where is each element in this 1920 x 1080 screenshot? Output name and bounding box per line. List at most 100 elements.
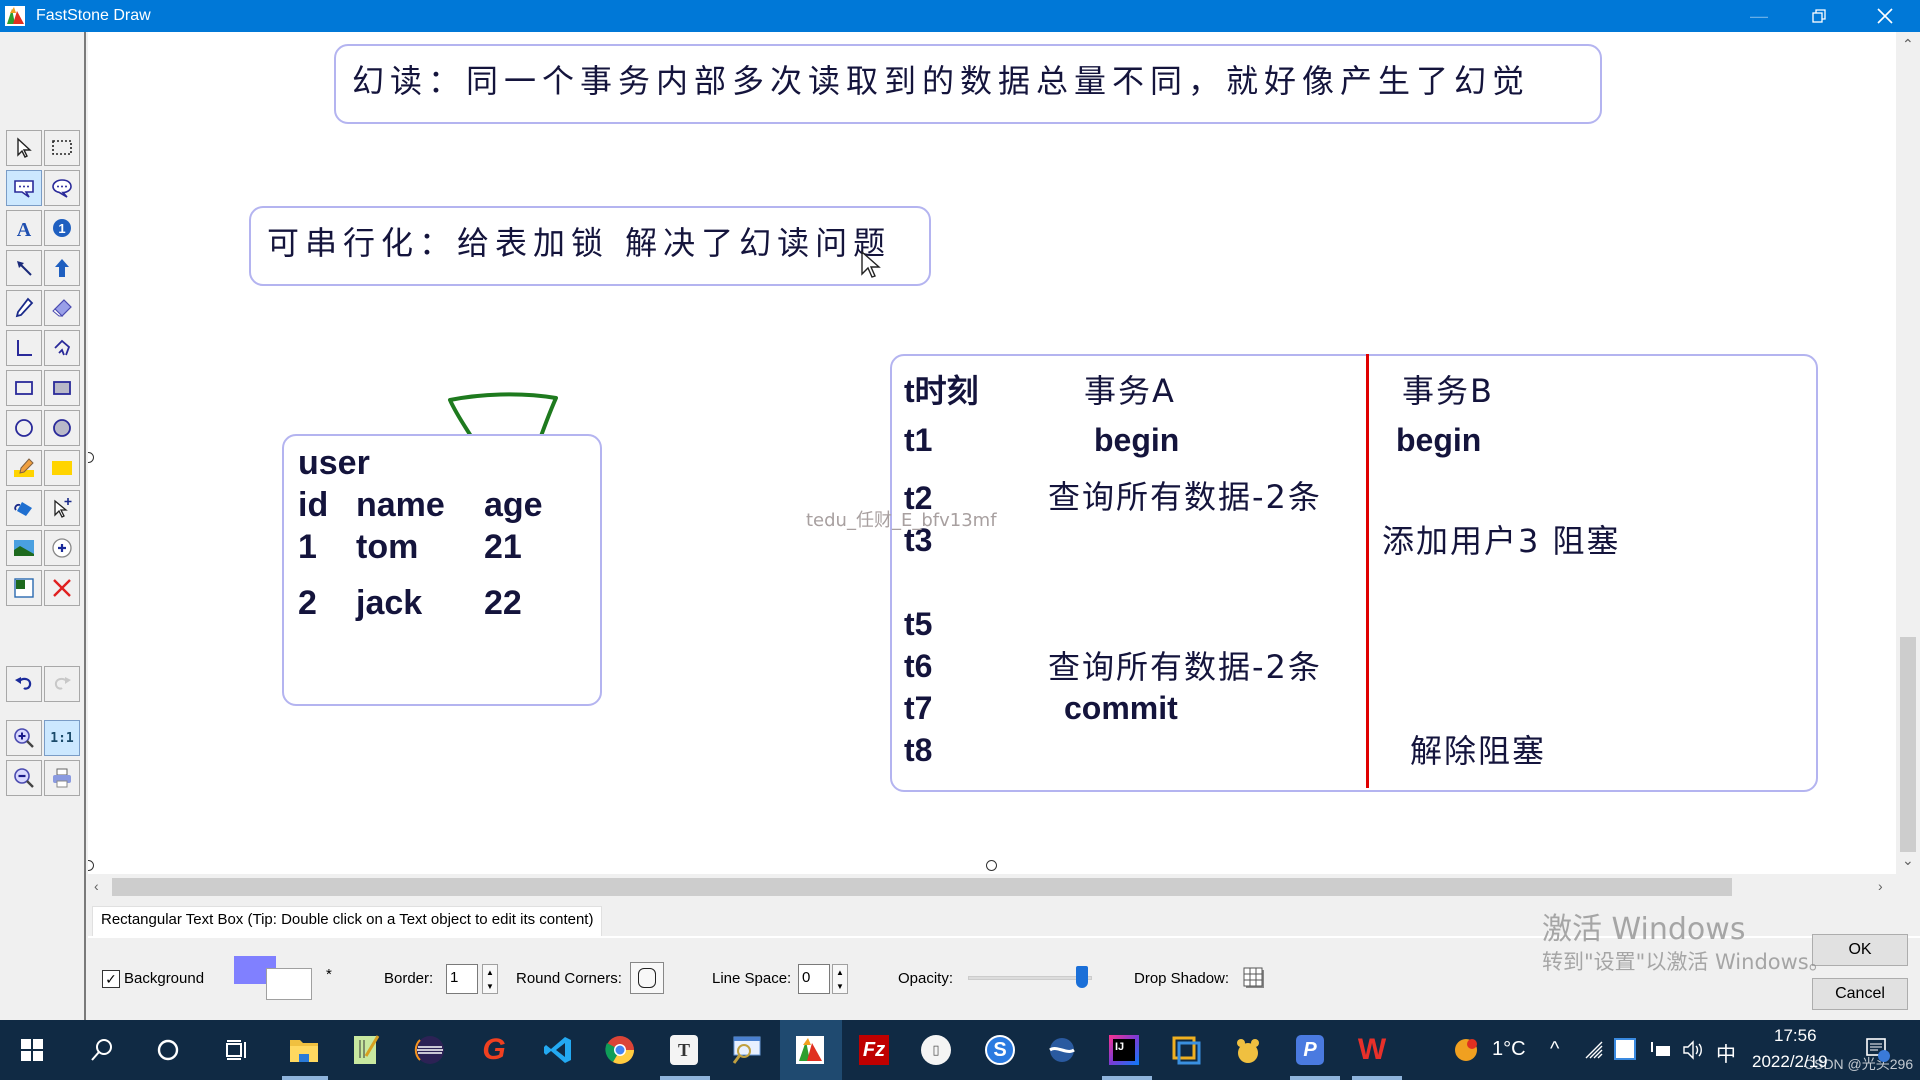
thick-arrow-tool[interactable]: [44, 250, 80, 286]
vscode-app[interactable]: [540, 1032, 576, 1068]
line-space-input[interactable]: 0: [798, 964, 830, 994]
network-icon[interactable]: [1650, 1040, 1672, 1060]
ellipse-tool[interactable]: [6, 410, 42, 446]
select-tool[interactable]: [6, 130, 42, 166]
background-checkbox[interactable]: ✓: [102, 970, 120, 988]
search-button[interactable]: [84, 1032, 120, 1068]
drop-shadow-grid-icon[interactable]: [1242, 966, 1266, 990]
volume-icon[interactable]: [1682, 1040, 1704, 1060]
orb-app[interactable]: [1044, 1032, 1080, 1068]
tool-palette: A 1 1:1: [0, 32, 86, 1020]
crop-tool[interactable]: [6, 570, 42, 606]
restore-button[interactable]: [1790, 0, 1848, 32]
zoom-out-button[interactable]: [6, 760, 42, 796]
line-space-stepper[interactable]: ▲ ▼: [832, 964, 848, 994]
filled-ellipse-tool[interactable]: [44, 410, 80, 446]
number-badge-icon: 1: [53, 219, 71, 237]
rectangle-tool[interactable]: [6, 370, 42, 406]
eclipse-app[interactable]: [412, 1032, 448, 1068]
minimize-button[interactable]: —: [1730, 0, 1788, 32]
actual-size-button[interactable]: 1:1: [44, 720, 80, 756]
border-stepper[interactable]: ▲ ▼: [482, 964, 498, 994]
arrow-line-tool[interactable]: [6, 250, 42, 286]
opacity-slider-thumb[interactable]: [1076, 966, 1088, 988]
rect-callout-tool[interactable]: [6, 170, 42, 206]
vmware-app[interactable]: [1168, 1032, 1204, 1068]
filezilla-app[interactable]: Fz: [856, 1032, 892, 1068]
zoom-in-button[interactable]: [6, 720, 42, 756]
chrome-app[interactable]: [602, 1032, 638, 1068]
intellij-app[interactable]: IJ: [1106, 1032, 1142, 1068]
clock-time[interactable]: 17:56: [1774, 1026, 1817, 1046]
line-tool[interactable]: [6, 330, 42, 366]
opacity-slider-track[interactable]: [968, 976, 1092, 980]
task-view-button[interactable]: [218, 1032, 254, 1068]
properties-tab-rectangular-text-box[interactable]: Rectangular Text Box (Tip: Double click …: [92, 906, 603, 936]
highlighter-tool[interactable]: [6, 450, 42, 486]
show-hidden-icons-chevron-icon[interactable]: ^: [1550, 1038, 1559, 1061]
typora-app[interactable]: T: [666, 1032, 702, 1068]
add-cursor-tool[interactable]: [44, 490, 80, 526]
vertical-scrollbar[interactable]: ⌃ ⌄: [1896, 32, 1920, 874]
close-button[interactable]: [1856, 0, 1914, 32]
tray-app-icon[interactable]: [1614, 1038, 1636, 1060]
yellow-app[interactable]: [1230, 1032, 1266, 1068]
opacity-label: Opacity:: [898, 970, 954, 987]
highlight-rect-tool[interactable]: [44, 450, 80, 486]
p-app[interactable]: P: [1292, 1032, 1328, 1068]
faststone-draw-app[interactable]: [792, 1032, 828, 1068]
transaction-timeline-box[interactable]: t时刻 事务A 事务B t1 begin begin t2 查询所有数据-2条 …: [890, 354, 1818, 792]
wps-app[interactable]: W: [1354, 1032, 1390, 1068]
user-table-box[interactable]: user id name age 1 tom 21 2 jack 22: [282, 434, 602, 706]
print-button[interactable]: [44, 760, 80, 796]
eraser-tool[interactable]: [44, 290, 80, 326]
stamp-tool[interactable]: [44, 530, 80, 566]
svg-text:A: A: [17, 219, 32, 240]
filled-rectangle-tool[interactable]: [44, 370, 80, 406]
rect-select-tool[interactable]: [44, 130, 80, 166]
scroll-right-arrow-icon[interactable]: ›: [1878, 878, 1883, 894]
title-bar: FastStone Draw —: [0, 0, 1920, 32]
snipping-app[interactable]: [728, 1032, 764, 1068]
number-tool[interactable]: 1: [44, 210, 80, 246]
round-corners-button[interactable]: [630, 962, 664, 994]
notepad-plus-app[interactable]: [348, 1032, 384, 1068]
start-button[interactable]: [14, 1032, 50, 1068]
resize-handle-bottom-left[interactable]: [88, 860, 94, 871]
insert-image-tool[interactable]: [6, 530, 42, 566]
serializable-text-box[interactable]: 可串行化：给表加锁 解决了幻读问题: [249, 206, 931, 286]
delete-tool[interactable]: [44, 570, 80, 606]
redo-button[interactable]: [44, 666, 80, 702]
round-callout-tool[interactable]: [44, 170, 80, 206]
resize-handle-left[interactable]: [88, 452, 94, 463]
horizontal-scrollbar[interactable]: ‹ ›: [88, 874, 1896, 900]
ime-indicator[interactable]: 中: [1716, 1038, 1736, 1067]
sogou-app[interactable]: S: [982, 1032, 1018, 1068]
weather-icon[interactable]: [1452, 1034, 1482, 1064]
scroll-up-arrow-icon[interactable]: ⌃: [1902, 36, 1914, 53]
resize-handle-bottom[interactable]: [986, 860, 997, 871]
cursor-plus-icon: [54, 498, 72, 518]
notifications-icon[interactable]: [1864, 1036, 1890, 1062]
undo-button[interactable]: [6, 666, 42, 702]
horizontal-scroll-thumb[interactable]: [112, 878, 1732, 896]
border-input[interactable]: 1: [446, 964, 478, 994]
cortana-button[interactable]: [150, 1032, 186, 1068]
drawing-canvas[interactable]: 幻读：同一个事务内部多次读取到的数据总量不同，就好像产生了幻觉 可串行化：给表加…: [88, 32, 1896, 874]
curve-tool[interactable]: [44, 330, 80, 366]
border-color-swatch[interactable]: [266, 968, 312, 1000]
pen-tool[interactable]: [6, 290, 42, 326]
weather-temperature[interactable]: 1°C: [1492, 1038, 1526, 1061]
text-tool[interactable]: A: [6, 210, 42, 246]
fill-tool[interactable]: [6, 490, 42, 526]
file-explorer-app[interactable]: [286, 1032, 322, 1068]
foxit-app[interactable]: G: [476, 1032, 512, 1068]
phantom-read-text-box[interactable]: 幻读：同一个事务内部多次读取到的数据总量不同，就好像产生了幻觉: [334, 44, 1602, 124]
header-transaction-a: 事务A: [1084, 372, 1176, 410]
cancel-button[interactable]: Cancel: [1812, 978, 1908, 1010]
vertical-scroll-thumb[interactable]: [1900, 637, 1916, 852]
scroll-left-arrow-icon[interactable]: ‹: [94, 878, 99, 894]
wifi-icon[interactable]: [1584, 1040, 1606, 1060]
round-white-app[interactable]: ▯: [918, 1032, 954, 1068]
scroll-down-arrow-icon[interactable]: ⌄: [1902, 852, 1914, 869]
